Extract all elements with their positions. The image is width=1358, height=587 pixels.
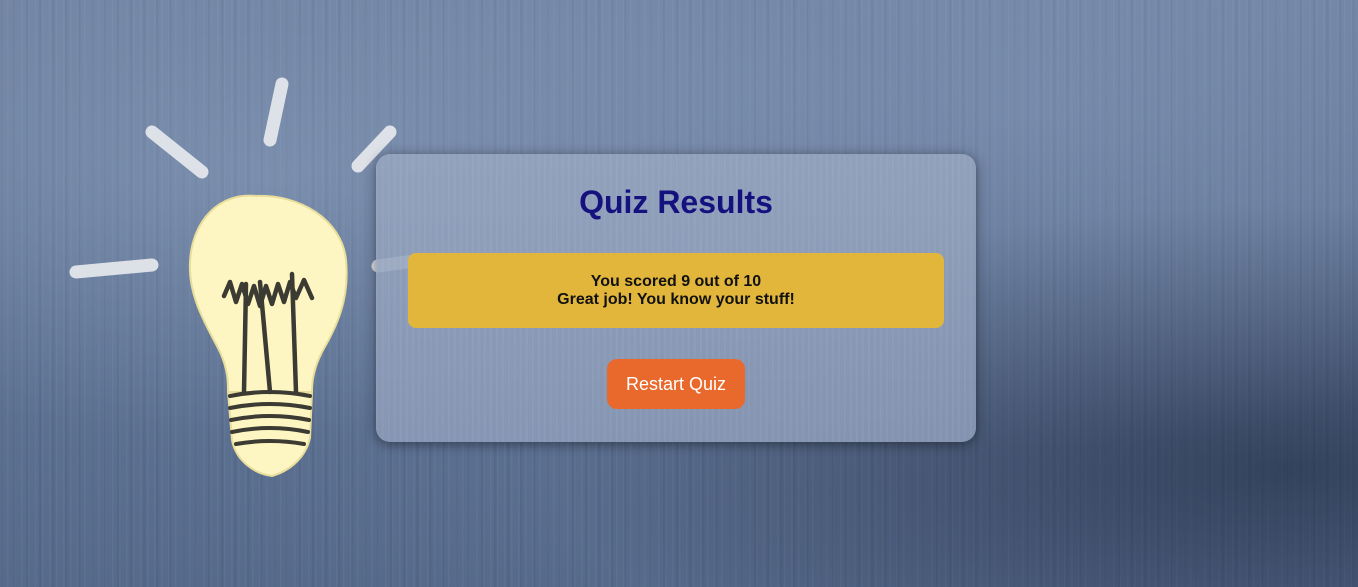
score-box: You scored 9 out of 10 Great job! You kn… [408, 253, 944, 328]
score-text: You scored 9 out of 10 [590, 272, 762, 290]
lightbulb-icon [69, 77, 420, 478]
score-message: Great job! You know your stuff! [557, 290, 795, 308]
quiz-results-card: Quiz Results You scored 9 out of 10 Grea… [376, 154, 976, 442]
restart-quiz-button[interactable]: Restart Quiz [607, 359, 745, 409]
page-title: Quiz Results [579, 184, 773, 220]
